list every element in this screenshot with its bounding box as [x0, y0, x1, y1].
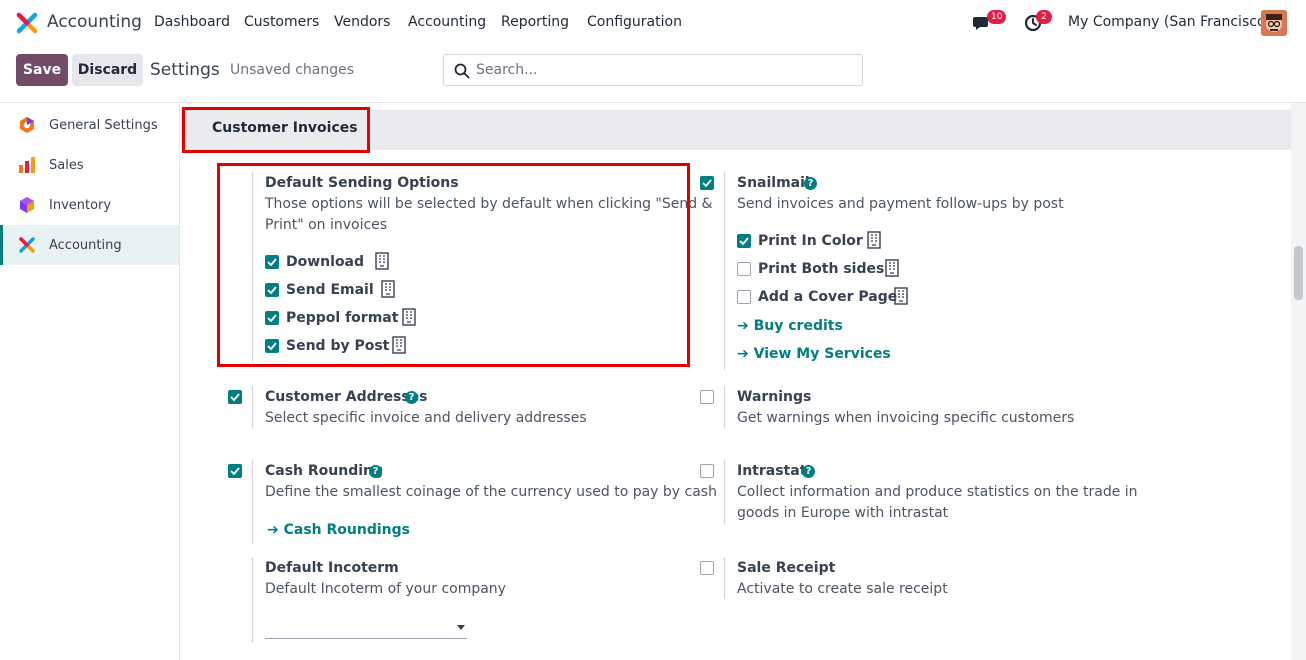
help-icon[interactable]: ? [405, 391, 418, 404]
avatar-face-icon [1261, 10, 1287, 36]
sidebar-item-accounting[interactable]: Accounting [0, 225, 179, 265]
customer-addresses-title: Customer Addresses [265, 389, 428, 405]
select-underline [265, 638, 467, 639]
sidebar-item-label: Sales [49, 158, 84, 173]
menu-accounting[interactable]: Accounting [408, 14, 486, 30]
menu-customers[interactable]: Customers [244, 14, 319, 30]
scrollbar-track[interactable] [1291, 103, 1306, 660]
warnings-checkbox[interactable] [700, 390, 714, 404]
sidebar-item-label: Inventory [49, 198, 112, 213]
buy-credits-label: Buy credits [753, 318, 843, 334]
setting-separator [724, 386, 725, 428]
check-icon [739, 237, 749, 246]
cash-rounding-title: Cash Rounding [265, 463, 384, 479]
cash-rounding-desc: Define the smallest coinage of the curre… [265, 484, 717, 500]
sale-receipt-title: Sale Receipt [737, 560, 836, 576]
snailmail-desc: Send invoices and payment follow-ups by … [737, 196, 1064, 212]
cash-roundings-label: Cash Roundings [283, 522, 410, 538]
cash-rounding-checkbox[interactable] [228, 464, 242, 478]
page-title: Settings [150, 60, 220, 80]
activities-badge: 2 [1036, 10, 1052, 24]
arrow-right-icon: ➔ [267, 522, 284, 538]
view-my-services-label: View My Services [753, 346, 891, 362]
scrollbar-thumb[interactable] [1294, 246, 1303, 300]
header-divider [0, 102, 1306, 103]
customer-addresses-desc: Select specific invoice and delivery add… [265, 410, 587, 426]
view-my-services-link[interactable]: ➔ View My Services [737, 346, 891, 362]
sidebar-item-label: General Settings [49, 118, 158, 133]
arrow-right-icon: ➔ [737, 346, 754, 362]
default-incoterm-desc: Default Incoterm of your company [265, 581, 506, 597]
setting-separator [252, 460, 253, 544]
help-icon[interactable]: ? [369, 465, 382, 478]
sale-receipt-checkbox[interactable] [700, 561, 714, 575]
cash-roundings-link[interactable]: ➔ Cash Roundings [267, 522, 410, 538]
app-name[interactable]: Accounting [47, 12, 142, 32]
warnings-title: Warnings [737, 389, 812, 405]
accounting-icon [19, 237, 35, 253]
menu-reporting[interactable]: Reporting [501, 14, 569, 30]
buy-credits-link[interactable]: ➔ Buy credits [737, 318, 843, 334]
help-icon[interactable]: ? [802, 465, 815, 478]
setting-separator [724, 172, 725, 370]
default-incoterm-select[interactable] [265, 614, 467, 638]
customer-addresses-checkbox[interactable] [228, 390, 242, 404]
arrow-right-icon: ➔ [737, 318, 754, 334]
search-input[interactable] [476, 55, 856, 85]
intrastat-desc-2: goods in Europe with intrastat [737, 505, 949, 521]
add-cover-page-label: Add a Cover Page [758, 289, 898, 305]
sidebar-item-general-settings[interactable]: General Settings [0, 105, 179, 145]
setting-separator [252, 557, 253, 643]
highlight-box-section [182, 107, 370, 153]
setting-separator [252, 386, 253, 428]
intrastat-title: Intrastat [737, 463, 807, 479]
company-building-icon [867, 231, 881, 249]
accounting-app-icon[interactable] [16, 12, 38, 34]
top-navbar: Accounting Dashboard Customers Vendors A… [0, 0, 1306, 46]
search-icon [454, 63, 470, 79]
sales-icon [19, 157, 35, 173]
snailmail-title: Snailmail [737, 175, 810, 191]
check-icon [230, 467, 240, 476]
print-in-color-checkbox[interactable] [737, 234, 751, 248]
check-icon [702, 179, 712, 188]
intrastat-checkbox[interactable] [700, 464, 714, 478]
sidebar-item-label: Accounting [49, 238, 122, 253]
menu-dashboard[interactable]: Dashboard [154, 14, 230, 30]
print-both-sides-checkbox[interactable] [737, 262, 751, 276]
general-settings-icon [20, 117, 34, 133]
sidebar-item-inventory[interactable]: Inventory [0, 185, 179, 225]
warnings-desc: Get warnings when invoicing specific cus… [737, 410, 1075, 426]
save-button[interactable]: Save [16, 54, 68, 86]
user-avatar[interactable] [1261, 10, 1287, 36]
intrastat-desc-1: Collect information and produce statisti… [737, 484, 1138, 500]
sale-receipt-desc: Activate to create sale receipt [737, 581, 948, 597]
unsaved-changes-label: Unsaved changes [230, 62, 355, 78]
search-bar[interactable] [443, 54, 863, 86]
menu-vendors[interactable]: Vendors [334, 14, 390, 30]
help-icon[interactable]: ? [804, 177, 817, 190]
sidebar-item-sales[interactable]: Sales [0, 145, 179, 185]
inventory-icon [20, 197, 34, 213]
check-icon [230, 393, 240, 402]
print-both-sides-label: Print Both sides [758, 261, 885, 277]
company-building-icon [894, 287, 908, 305]
messages-badge: 10 [987, 10, 1007, 24]
highlight-box-sending-options [217, 163, 690, 367]
discard-button[interactable]: Discard [72, 54, 143, 86]
print-in-color-label: Print In Color [758, 233, 863, 249]
company-building-icon [885, 259, 899, 277]
setting-separator [724, 460, 725, 524]
snailmail-checkbox[interactable] [700, 176, 714, 190]
chevron-down-icon[interactable] [457, 625, 465, 630]
menu-configuration[interactable]: Configuration [587, 14, 682, 30]
setting-separator [724, 557, 725, 599]
company-switcher[interactable]: My Company (San Francisco) [1068, 14, 1271, 30]
add-cover-page-checkbox[interactable] [737, 290, 751, 304]
default-incoterm-title: Default Incoterm [265, 560, 399, 576]
settings-sidebar: General Settings Sales Inventory Account… [0, 103, 180, 660]
